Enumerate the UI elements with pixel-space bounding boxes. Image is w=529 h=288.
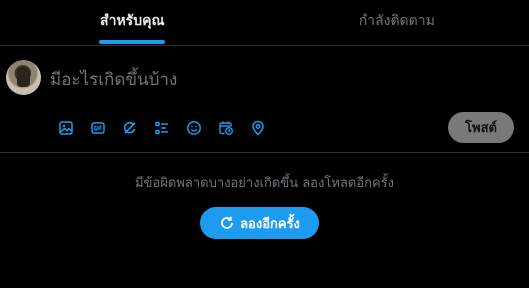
grok-icon[interactable]	[114, 116, 146, 140]
image-icon[interactable]	[50, 116, 82, 140]
location-icon[interactable]	[242, 116, 274, 140]
active-tab-indicator	[99, 40, 166, 44]
emoji-icon[interactable]	[178, 116, 210, 140]
tab-following[interactable]: กำลังติดตาม	[265, 0, 529, 45]
timeline-tabs: สำหรับคุณ กำลังติดตาม	[0, 0, 529, 46]
tab-for-you[interactable]: สำหรับคุณ	[0, 0, 265, 45]
compose-input[interactable]: มีอะไรเกิดขึ้นบ้าง	[50, 66, 177, 93]
tab-for-you-label: สำหรับคุณ	[100, 12, 165, 29]
gif-icon[interactable]	[82, 116, 114, 140]
post-button[interactable]: โพสต์	[448, 112, 514, 143]
avatar-figure	[17, 67, 30, 87]
retry-button[interactable]: ลองอีกครั้ง	[200, 207, 319, 239]
retry-label: ลองอีกครั้ง	[240, 216, 300, 232]
schedule-icon[interactable]	[210, 116, 242, 140]
post-composer: มีอะไรเกิดขึ้นบ้าง โพสต์	[0, 46, 529, 153]
refresh-icon	[221, 216, 233, 229]
tab-following-label: กำลังติดตาม	[358, 12, 435, 29]
error-message: มีข้อผิดพลาดบางอย่างเกิดขึ้น ลองโหลดอีกค…	[134, 176, 395, 191]
poll-icon[interactable]	[146, 116, 178, 140]
composer-toolbar	[50, 116, 274, 140]
avatar[interactable]	[6, 60, 41, 95]
